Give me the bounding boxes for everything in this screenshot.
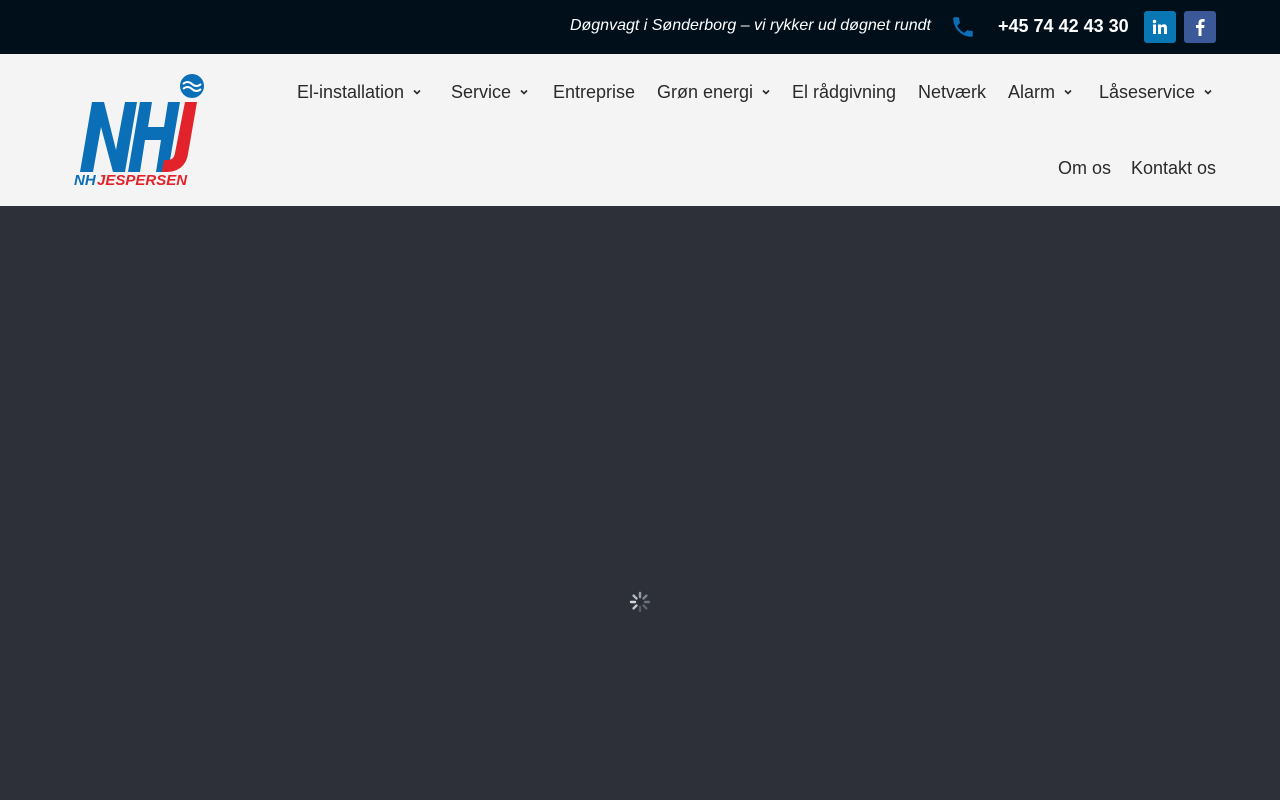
nhj-logo[interactable]: NH JESPERSEN — [72, 72, 206, 190]
nav-label: Service — [451, 81, 512, 102]
svg-text:NH: NH — [74, 172, 97, 189]
chevron-down-icon — [520, 89, 528, 95]
nav-item-laseservice[interactable]: Låseservice — [1099, 81, 1213, 103]
nav-item-alarm[interactable]: Alarm — [1008, 81, 1073, 103]
nav-item-service[interactable]: Service — [451, 81, 529, 103]
top-bar: Døgnvagt i Sønderborg – vi rykker ud døg… — [0, 0, 1280, 54]
chevron-down-icon — [1064, 89, 1072, 95]
nav-item-el-radgivning[interactable]: El rådgivning — [792, 81, 896, 103]
site-header: NH JESPERSEN El-installation Service Ent… — [0, 54, 1280, 206]
emergency-tagline: Døgnvagt i Sønderborg – vi rykker ud døg… — [569, 17, 931, 34]
main-content — [0, 206, 1280, 800]
nav-item-netvaerk[interactable]: Netværk — [918, 81, 986, 103]
nav-item-el-installation[interactable]: El-installation — [297, 81, 422, 103]
nav-label: Om os — [1058, 157, 1112, 178]
phone-icon[interactable] — [950, 14, 976, 40]
loading-spinner-icon — [629, 591, 651, 613]
nav-label: El-installation — [297, 81, 405, 102]
nav-item-entreprise[interactable]: Entreprise — [553, 81, 635, 103]
nav-label: El rådgivning — [792, 81, 897, 102]
facebook-button[interactable] — [1184, 11, 1216, 43]
chevron-down-icon — [762, 89, 770, 95]
nav-label: Entreprise — [553, 81, 636, 102]
svg-text:JESPERSEN: JESPERSEN — [97, 172, 188, 189]
chevron-down-icon — [1204, 89, 1212, 95]
nav-item-gron-energi[interactable]: Grøn energi — [657, 81, 771, 103]
nav-item-kontakt-os[interactable]: Kontakt os — [1131, 157, 1216, 179]
nav-item-om-os[interactable]: Om os — [1058, 157, 1111, 179]
nav-label: Grøn energi — [657, 81, 754, 102]
phone-number-link[interactable]: +45 74 42 43 30 — [998, 16, 1129, 37]
nav-label: Alarm — [1008, 81, 1056, 102]
nav-label: Netværk — [918, 81, 987, 102]
linkedin-button[interactable] — [1144, 11, 1176, 43]
facebook-icon — [1196, 19, 1205, 36]
nav-label: Låseservice — [1099, 81, 1196, 102]
linkedin-icon — [1152, 19, 1167, 34]
nav-label: Kontakt os — [1131, 157, 1217, 178]
chevron-down-icon — [413, 89, 421, 95]
